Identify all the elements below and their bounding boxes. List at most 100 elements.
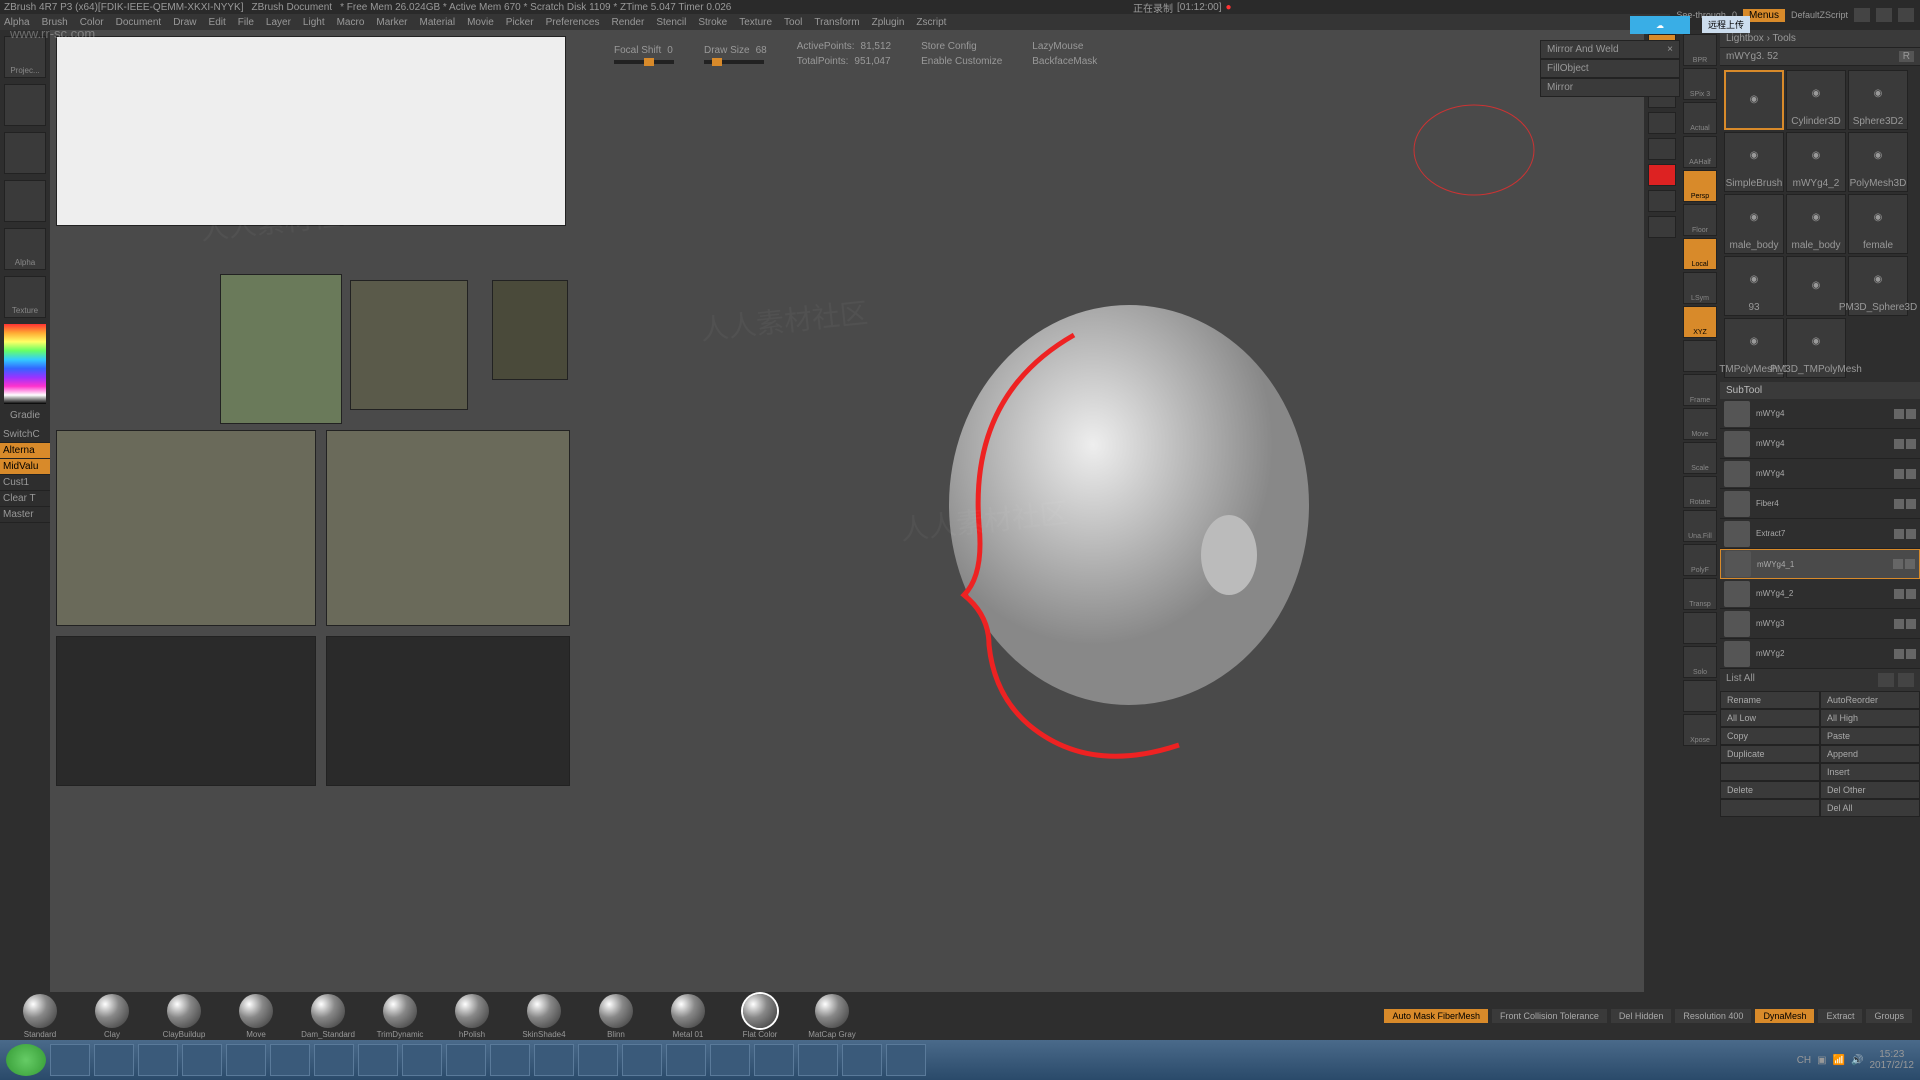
color-gradient[interactable] (4, 324, 46, 404)
taskbar-media-icon[interactable] (226, 1044, 266, 1076)
midvalue-button[interactable]: MidValu (0, 459, 50, 475)
lightbox-header[interactable]: Lightbox › Tools (1720, 30, 1920, 48)
menu-picker[interactable]: Picker (506, 17, 534, 28)
tool-item-4[interactable]: ◉mWYg4_2 (1786, 132, 1846, 192)
master-button[interactable]: Master (0, 507, 50, 523)
clear-button[interactable]: Clear T (0, 491, 50, 507)
move-up-icon[interactable] (1878, 673, 1894, 687)
subtool-row[interactable]: mWYg3 (1720, 609, 1920, 639)
left-slot-5[interactable]: Texture (4, 276, 46, 318)
subtool-row[interactable]: mWYg2 (1720, 639, 1920, 669)
tool-item-8[interactable]: ◉female (1848, 194, 1908, 254)
nav-transp[interactable]: Transp (1683, 578, 1717, 610)
cust1-button[interactable]: Cust1 (0, 475, 50, 491)
taskbar-app8-icon[interactable] (710, 1044, 750, 1076)
ref-scalp-2[interactable] (326, 636, 570, 786)
menu-transform[interactable]: Transform (814, 17, 859, 28)
autoreorder-button[interactable]: AutoReorder (1820, 691, 1920, 709)
subtool-row[interactable]: mWYg4_1 (1720, 549, 1920, 579)
ref-child-front[interactable] (326, 430, 570, 626)
zadd-icon[interactable] (1648, 190, 1676, 212)
eye-icon[interactable] (1894, 469, 1904, 479)
menu-movie[interactable]: Movie (467, 17, 494, 28)
tool-item-5[interactable]: ◉PolyMesh3D (1848, 132, 1908, 192)
nav-move[interactable]: Move (1683, 408, 1717, 440)
ref-book-scan[interactable] (56, 36, 566, 226)
collapse-icon[interactable] (1898, 8, 1914, 22)
brush-icon[interactable] (1905, 559, 1915, 569)
nav-rotate[interactable]: Rotate (1683, 476, 1717, 508)
nav-local[interactable]: Local (1683, 238, 1717, 270)
taskbar-app-icon[interactable] (270, 1044, 310, 1076)
del-other-button[interactable]: Del Other (1820, 781, 1920, 799)
insert-button[interactable]: Insert (1820, 763, 1920, 781)
nav-polyf[interactable]: PolyF (1683, 544, 1717, 576)
subtool-row[interactable]: mWYg4 (1720, 399, 1920, 429)
nav-blank[interactable] (1683, 680, 1717, 712)
draw-size-slider[interactable] (704, 60, 764, 64)
all-high-button[interactable]: All High (1820, 709, 1920, 727)
geometry-float-panel[interactable]: Mirror And Weld× FillObject Mirror (1540, 40, 1680, 97)
rgb-mode-icon[interactable] (1648, 138, 1676, 160)
nav-lsym[interactable]: LSym (1683, 272, 1717, 304)
nav-xyz[interactable]: XYZ (1683, 306, 1717, 338)
auto-button[interactable]: Auto Mask FiberMesh (1384, 1009, 1488, 1023)
menu-layer[interactable]: Layer (266, 17, 291, 28)
lazymouse-toggle[interactable]: LazyMouse (1032, 41, 1097, 52)
menu-marker[interactable]: Marker (376, 17, 407, 28)
mirror-button[interactable]: Mirror (1540, 78, 1680, 97)
taskbar-firefox-icon[interactable] (578, 1044, 618, 1076)
brush-icon[interactable] (1906, 409, 1916, 419)
tool-item-3[interactable]: ◉SimpleBrush (1724, 132, 1784, 192)
eye-icon[interactable] (1894, 529, 1904, 539)
delete-button[interactable]: Delete (1720, 781, 1820, 799)
brush-dam_standard[interactable]: Dam_Standard (296, 994, 360, 1039)
menu-stroke[interactable]: Stroke (698, 17, 727, 28)
start-button[interactable] (6, 1044, 46, 1076)
backfacemask-toggle[interactable]: BackfaceMask (1032, 56, 1097, 67)
duplicate-button[interactable]: Duplicate (1720, 745, 1820, 763)
nav-aahalf[interactable]: AAHalf (1683, 136, 1717, 168)
menu-stencil[interactable]: Stencil (656, 17, 686, 28)
extract-button[interactable]: Extract (1818, 1009, 1862, 1023)
nav-blank[interactable] (1683, 612, 1717, 644)
eye-icon[interactable] (1894, 589, 1904, 599)
all-low-button[interactable]: All Low (1720, 709, 1820, 727)
ref-child-profile[interactable] (56, 430, 316, 626)
menu-draw[interactable]: Draw (173, 17, 196, 28)
nav-unafill[interactable]: Una.Fill (1683, 510, 1717, 542)
tool-item-13[interactable]: ◉PM3D_TMPolyMesh (1786, 318, 1846, 378)
nav-scale[interactable]: Scale (1683, 442, 1717, 474)
taskbar-app3-icon[interactable] (446, 1044, 486, 1076)
brush-trimdynamic[interactable]: TrimDynamic (368, 994, 432, 1039)
taskbar-app5-icon[interactable] (534, 1044, 574, 1076)
brush-metal-01[interactable]: Metal 01 (656, 994, 720, 1039)
ref-portrait-1[interactable] (220, 274, 342, 424)
menu-texture[interactable]: Texture (739, 17, 772, 28)
dyna-button[interactable]: DynaMesh (1755, 1009, 1814, 1023)
tray-vol-icon[interactable]: 🔊 (1851, 1055, 1863, 1066)
enable-customize-button[interactable]: Enable Customize (921, 56, 1002, 67)
tray-flag-icon[interactable]: ▣ (1817, 1055, 1826, 1066)
ref-portrait-2[interactable] (350, 280, 468, 410)
taskbar-app7-icon[interactable] (666, 1044, 706, 1076)
ref-portrait-3[interactable] (492, 280, 568, 380)
subtool-row[interactable]: Extract7 (1720, 519, 1920, 549)
menu-material[interactable]: Material (420, 17, 456, 28)
menu-zscript[interactable]: Zscript (916, 17, 946, 28)
groups-button[interactable]: Groups (1866, 1009, 1912, 1023)
tool-item-1[interactable]: ◉Cylinder3D (1786, 70, 1846, 130)
ime-indicator[interactable]: CH (1797, 1055, 1811, 1066)
menu-edit[interactable]: Edit (209, 17, 226, 28)
mrgb-mode-icon[interactable] (1648, 164, 1676, 186)
brush-icon[interactable] (1906, 469, 1916, 479)
brush-clay[interactable]: Clay (80, 994, 144, 1039)
switch-color-button[interactable]: SwitchC (0, 427, 50, 443)
tool-item-11[interactable]: ◉PM3D_Sphere3D (1848, 256, 1908, 316)
move-down-icon[interactable] (1898, 673, 1914, 687)
del-button[interactable]: Del Hidden (1611, 1009, 1672, 1023)
tool-item-6[interactable]: ◉male_body (1724, 194, 1784, 254)
brush-standard[interactable]: Standard (8, 994, 72, 1039)
taskbar-app10-icon[interactable] (798, 1044, 838, 1076)
menu-render[interactable]: Render (612, 17, 645, 28)
